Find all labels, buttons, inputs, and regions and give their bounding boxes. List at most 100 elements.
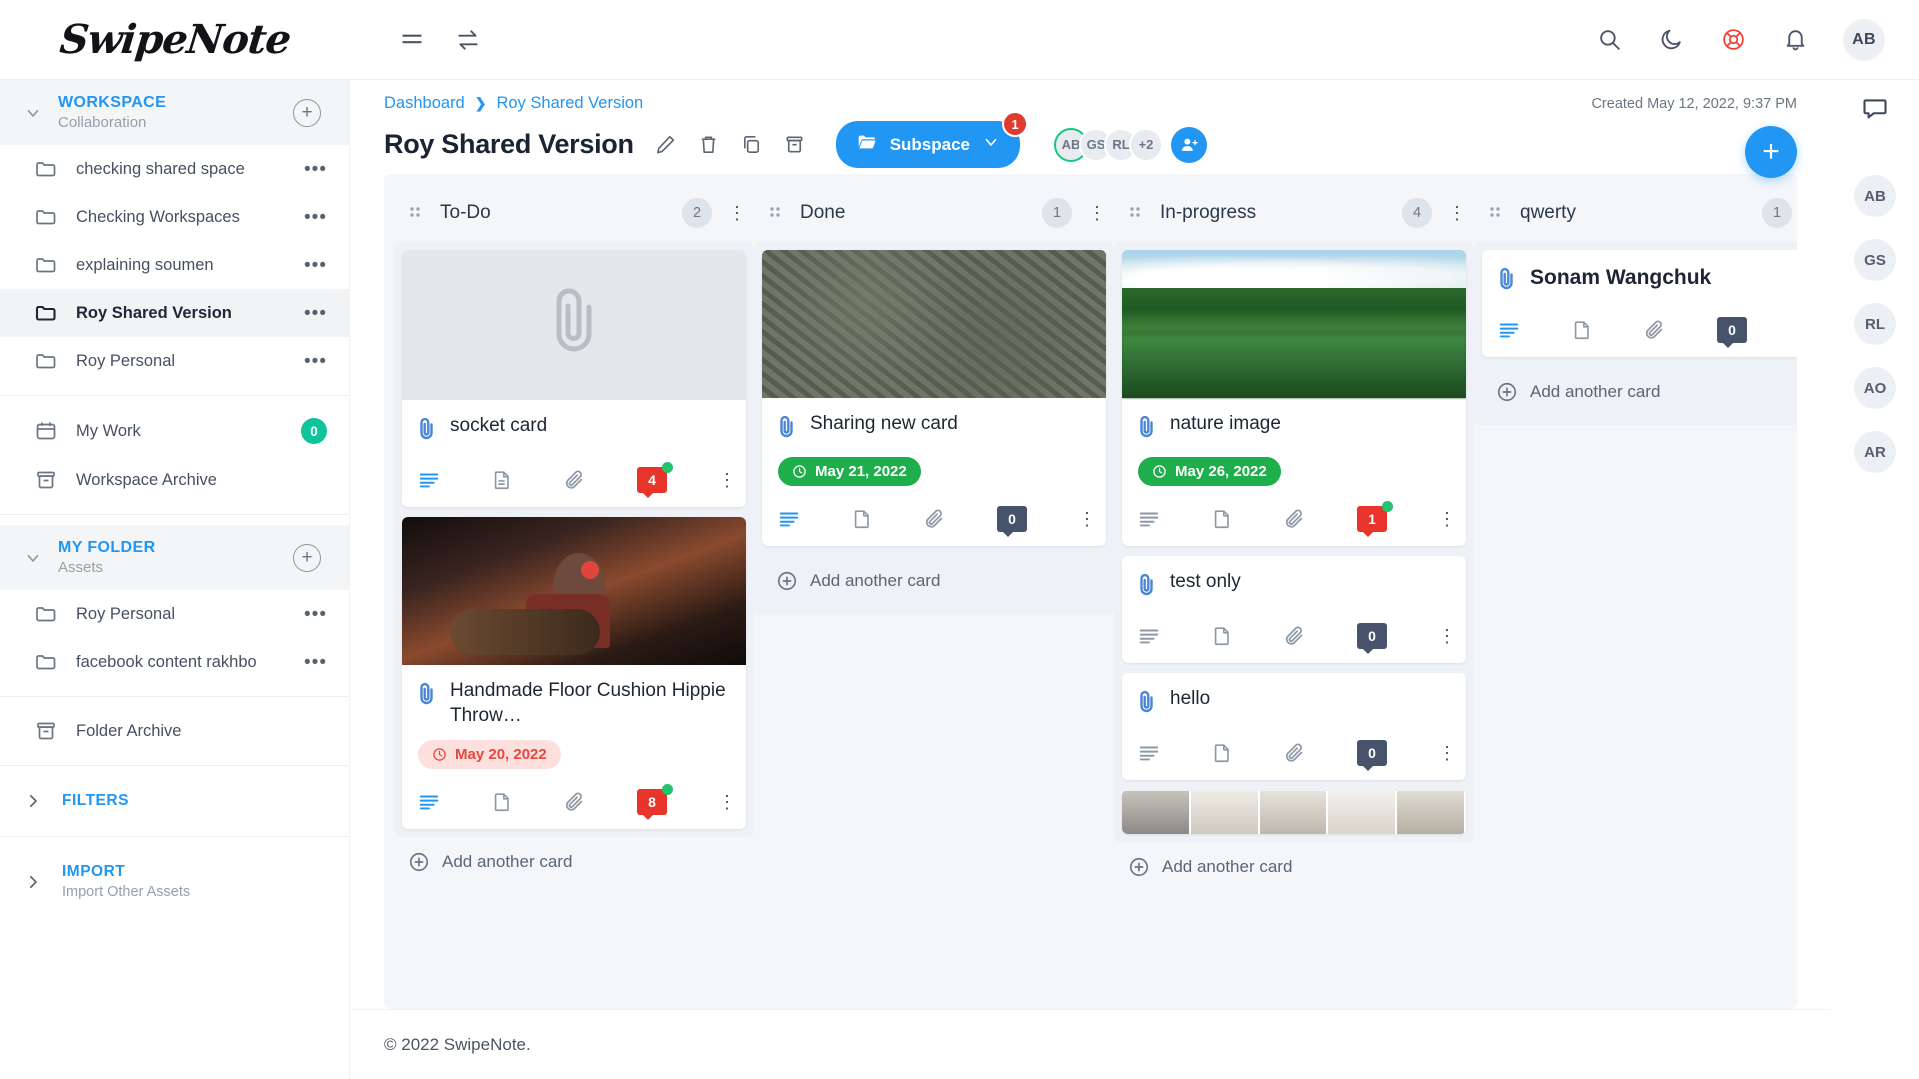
- sidebar-item-folder-archive[interactable]: Folder Archive: [0, 707, 349, 755]
- archive-icon[interactable]: [783, 133, 806, 156]
- item-menu-icon[interactable]: •••: [304, 352, 327, 371]
- rail-avatar[interactable]: GS: [1854, 239, 1896, 281]
- add-folder-button[interactable]: +: [293, 543, 321, 572]
- description-icon[interactable]: [778, 508, 800, 530]
- document-icon[interactable]: [1211, 625, 1233, 647]
- column-header[interactable]: Done 1 ⋮: [754, 190, 1114, 242]
- comments-badge[interactable]: 1: [1357, 501, 1393, 537]
- rail-avatar[interactable]: AO: [1854, 367, 1896, 409]
- column-header[interactable]: In-progress 4 ⋮: [1114, 190, 1474, 242]
- card-menu-icon[interactable]: ⋮: [718, 793, 736, 811]
- sidebar-item-workspace-archive[interactable]: Workspace Archive: [0, 456, 349, 504]
- card[interactable]: test only 0 ⋮: [1122, 556, 1466, 663]
- sidebar-section-import[interactable]: IMPORT Import Other Assets: [0, 847, 349, 916]
- sidebar-item-my-work[interactable]: My Work 0: [0, 406, 349, 456]
- sidebar-section-my-folder[interactable]: MY FOLDER Assets +: [0, 525, 349, 590]
- sidebar-section-filters[interactable]: FILTERS: [0, 776, 349, 826]
- card[interactable]: Sonam Wangchuk 0: [1482, 250, 1797, 357]
- avatar-overflow[interactable]: +2: [1129, 127, 1164, 162]
- sidebar-item-roy-shared-version[interactable]: Roy Shared Version •••: [0, 289, 349, 337]
- item-menu-icon[interactable]: •••: [304, 304, 327, 323]
- card[interactable]: Handmade Floor Cushion Hippie Throw… May…: [402, 517, 746, 830]
- card[interactable]: nature image May 26, 2022 1 ⋮: [1122, 250, 1466, 546]
- comments-badge[interactable]: 0: [1357, 740, 1387, 771]
- description-icon[interactable]: [1498, 319, 1520, 341]
- trash-icon[interactable]: [697, 133, 720, 156]
- card[interactable]: Sharing new card May 21, 2022 0 ⋮: [762, 250, 1106, 546]
- lifebuoy-icon[interactable]: [1719, 26, 1747, 54]
- card-menu-icon[interactable]: ⋮: [718, 471, 736, 489]
- breadcrumb-current[interactable]: Roy Shared Version: [496, 94, 643, 113]
- hamburger-icon[interactable]: [398, 26, 426, 54]
- document-icon[interactable]: [851, 508, 873, 530]
- description-icon[interactable]: [418, 791, 440, 813]
- add-card-button-qwerty[interactable]: Add another card: [1482, 367, 1797, 417]
- card-menu-icon[interactable]: ⋮: [1438, 510, 1456, 528]
- column-header[interactable]: To-Do 2 ⋮: [394, 190, 754, 242]
- document-icon[interactable]: [1211, 742, 1233, 764]
- description-icon[interactable]: [1138, 625, 1160, 647]
- attachment-icon[interactable]: [1284, 508, 1306, 530]
- sidebar-item-roy-personal[interactable]: Roy Personal •••: [0, 337, 349, 385]
- document-icon[interactable]: [1571, 319, 1593, 341]
- brand-logo[interactable]: SwipeNote: [0, 0, 350, 80]
- bell-icon[interactable]: [1781, 26, 1809, 54]
- sidebar-item-checking-shared-space[interactable]: checking shared space •••: [0, 145, 349, 193]
- comments-badge[interactable]: 0: [1357, 623, 1387, 654]
- column-menu-icon[interactable]: ⋮: [1088, 204, 1106, 222]
- breadcrumb-dashboard[interactable]: Dashboard: [384, 94, 465, 113]
- comments-badge[interactable]: 0: [1717, 317, 1747, 348]
- chat-icon[interactable]: [1861, 94, 1889, 127]
- add-card-button-done[interactable]: Add another card: [762, 556, 1106, 606]
- comments-badge[interactable]: 4: [637, 462, 673, 498]
- item-menu-icon[interactable]: •••: [304, 256, 327, 275]
- transfer-icon[interactable]: [454, 26, 482, 54]
- description-icon[interactable]: [418, 469, 440, 491]
- subspace-button[interactable]: Subspace 1: [835, 111, 1029, 168]
- add-card-button-in-progress[interactable]: Add another card: [1114, 842, 1474, 892]
- column-header[interactable]: qwerty 1 ⋮: [1474, 190, 1797, 242]
- rail-avatar[interactable]: AB: [1854, 175, 1896, 217]
- attachment-icon[interactable]: [1284, 742, 1306, 764]
- card[interactable]: hello 0 ⋮: [1122, 673, 1466, 780]
- add-card-button-todo[interactable]: Add another card: [394, 837, 754, 887]
- edit-icon[interactable]: [654, 133, 677, 156]
- item-menu-icon[interactable]: •••: [304, 160, 327, 179]
- description-icon[interactable]: [1138, 742, 1160, 764]
- rail-avatar[interactable]: RL: [1854, 303, 1896, 345]
- sidebar-item-checking-workspaces[interactable]: Checking Workspaces •••: [0, 193, 349, 241]
- drag-handle-icon[interactable]: [1128, 205, 1144, 221]
- document-icon[interactable]: [491, 791, 513, 813]
- attachment-icon[interactable]: [564, 469, 586, 491]
- column-menu-icon[interactable]: ⋮: [728, 204, 746, 222]
- attachment-icon[interactable]: [1644, 319, 1666, 341]
- card-menu-icon[interactable]: ⋮: [1438, 744, 1456, 762]
- avatar[interactable]: AB: [1843, 18, 1885, 61]
- rail-avatar[interactable]: AR: [1854, 431, 1896, 473]
- copy-icon[interactable]: [740, 133, 763, 156]
- item-menu-icon[interactable]: •••: [304, 208, 327, 227]
- sidebar-section-workspace[interactable]: WORKSPACE Collaboration +: [0, 80, 349, 145]
- sidebar-item-explaining-soumen[interactable]: explaining soumen •••: [0, 241, 349, 289]
- item-menu-icon[interactable]: •••: [304, 653, 327, 672]
- item-menu-icon[interactable]: •••: [304, 605, 327, 624]
- sidebar-folder-item-roy-personal[interactable]: Roy Personal •••: [0, 590, 349, 638]
- description-icon[interactable]: [1138, 508, 1160, 530]
- attachment-icon[interactable]: [1284, 625, 1306, 647]
- document-icon[interactable]: [491, 469, 513, 491]
- moon-icon[interactable]: [1657, 26, 1685, 54]
- attachment-icon[interactable]: [924, 508, 946, 530]
- comments-badge[interactable]: 8: [637, 784, 673, 821]
- document-icon[interactable]: [1211, 508, 1233, 530]
- card[interactable]: [1122, 790, 1466, 834]
- add-button[interactable]: +: [1745, 126, 1797, 178]
- add-person-icon[interactable]: [1171, 126, 1208, 163]
- sidebar-folder-item-facebook-content[interactable]: facebook content rakhbo •••: [0, 638, 349, 686]
- card-menu-icon[interactable]: ⋮: [1078, 510, 1096, 528]
- column-menu-icon[interactable]: ⋮: [1448, 204, 1466, 222]
- card-menu-icon[interactable]: ⋮: [1438, 627, 1456, 645]
- card[interactable]: socket card 4 ⋮: [402, 250, 746, 507]
- drag-handle-icon[interactable]: [768, 205, 784, 221]
- add-workspace-button[interactable]: +: [293, 98, 321, 127]
- comments-badge[interactable]: 0: [997, 506, 1027, 537]
